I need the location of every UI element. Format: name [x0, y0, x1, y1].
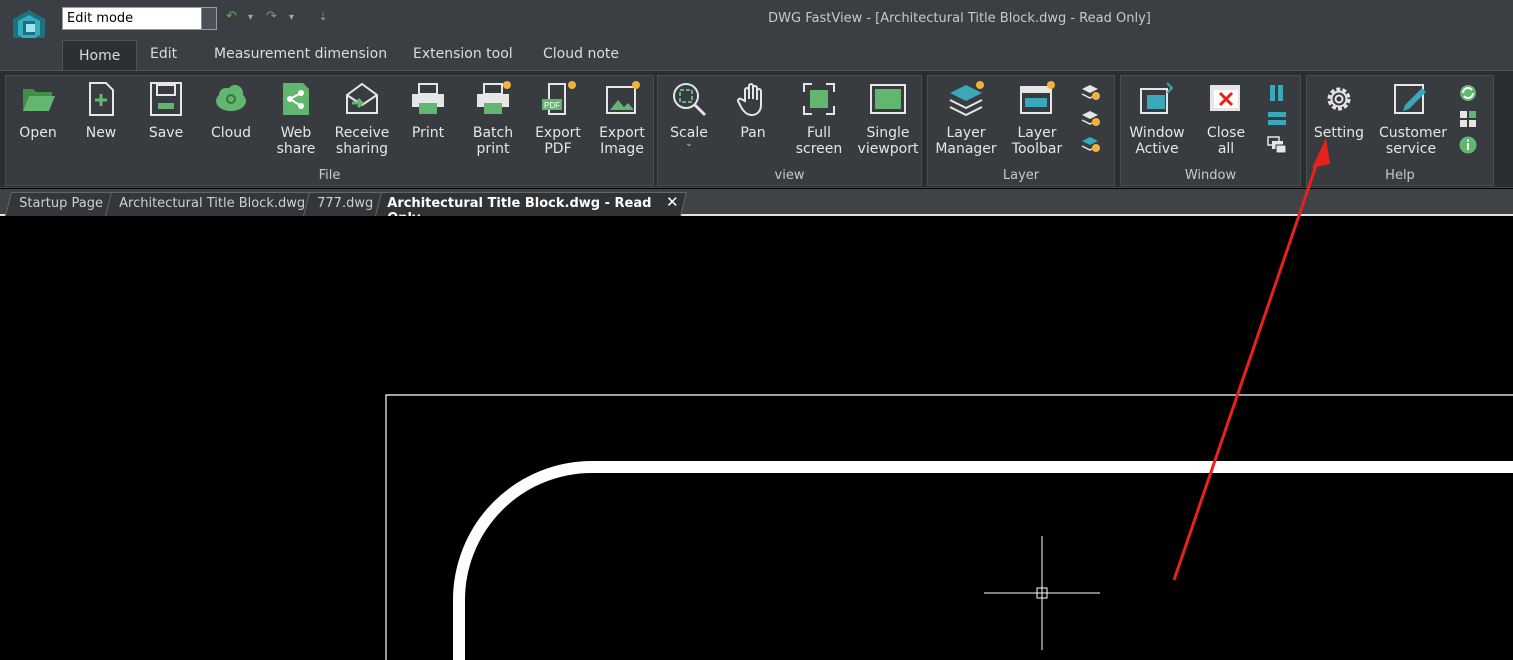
annotation-arrow: [1172, 138, 1330, 581]
